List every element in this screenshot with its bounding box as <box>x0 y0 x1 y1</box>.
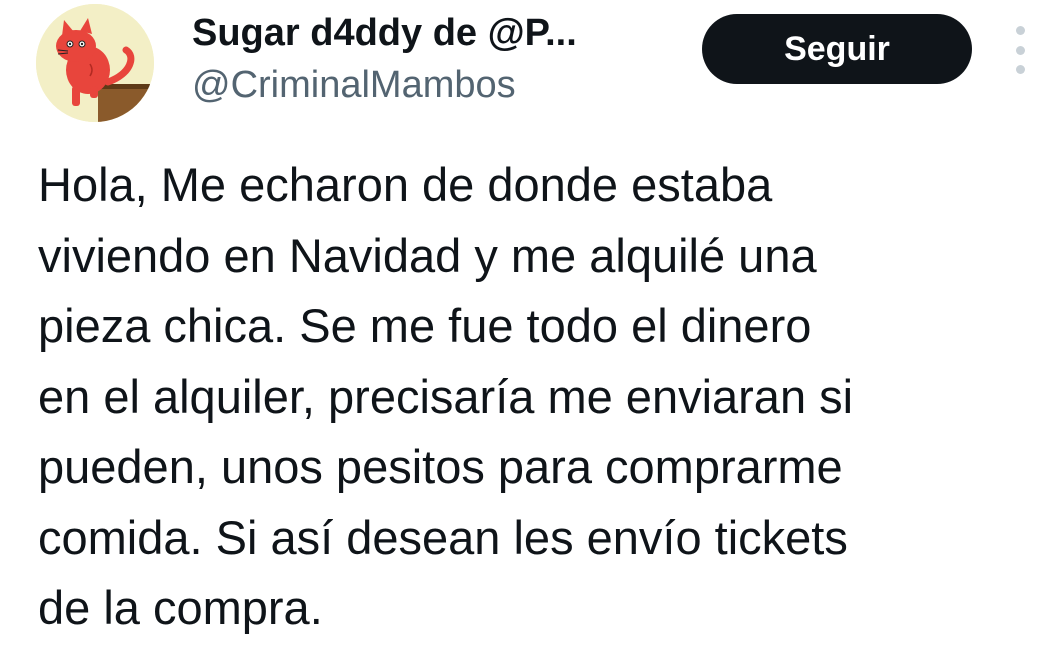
more-vertical-icon <box>1015 45 1025 55</box>
more-options-button[interactable] <box>1006 26 1034 74</box>
tweet-text-line: viviendo en Navidad y me alquilé una <box>38 228 817 282</box>
tweet-text: Hola, Me echaron de donde estaba viviend… <box>38 150 1038 644</box>
more-vertical-icon <box>1015 65 1025 74</box>
tweet-text-line: comida. Si así desean les envío tickets <box>38 510 848 564</box>
author-display-name[interactable]: Sugar d4ddy de @P... <box>192 10 577 56</box>
follow-button[interactable]: Seguir <box>702 14 972 84</box>
author-handle[interactable]: @CriminalMambos <box>192 62 516 108</box>
tweet-text-line: Hola, Me echaron de donde estaba <box>38 158 773 211</box>
tweet-text-line: pieza chica. Se me fue todo el dinero <box>38 299 812 352</box>
tweet-card: Sugar d4ddy de @P... @CriminalMambos Seg… <box>0 0 1054 646</box>
tweet-text-line: en el alquiler, precisaría me enviaran s… <box>38 369 854 423</box>
red-cat-avatar-icon <box>36 4 154 122</box>
more-vertical-icon <box>1015 26 1025 35</box>
tweet-text-line: pueden, unos pesitos para comprarme <box>38 440 843 493</box>
avatar[interactable] <box>36 4 154 122</box>
tweet-text-line: de la compra. <box>38 581 323 634</box>
